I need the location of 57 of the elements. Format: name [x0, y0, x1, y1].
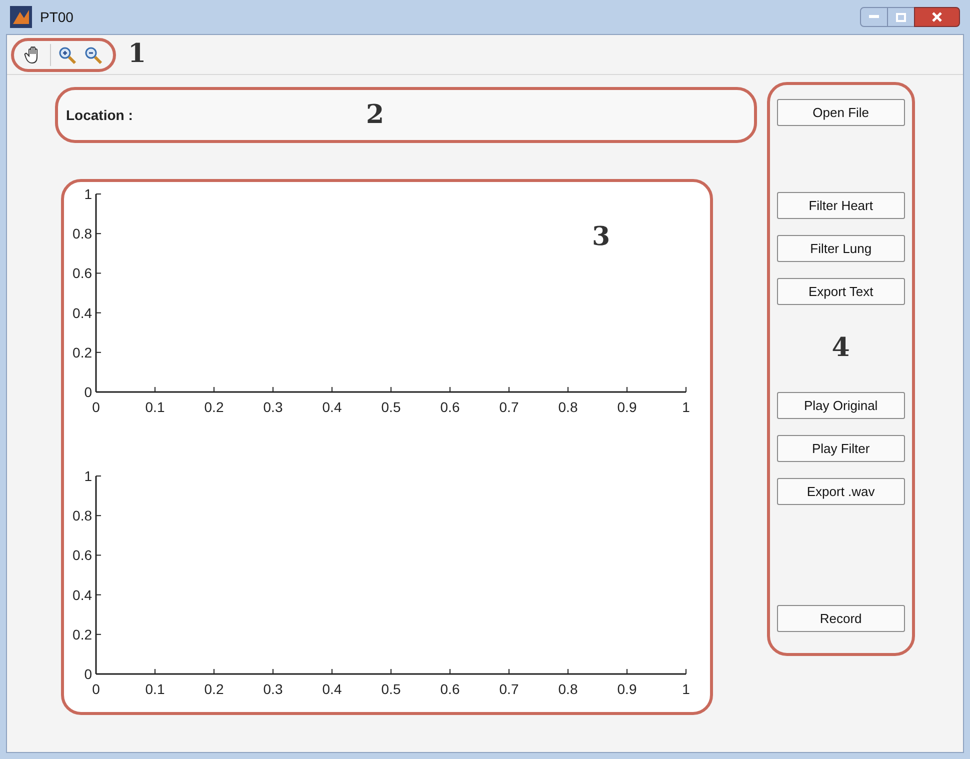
y-tick-label: 0: [84, 384, 92, 400]
window-title: PT00: [40, 8, 74, 26]
minimize-icon: [869, 15, 879, 19]
close-button[interactable]: [914, 7, 960, 27]
panel-button[interactable]: Filter Heart: [776, 192, 905, 219]
x-tick-label: 0.8: [558, 399, 578, 415]
y-tick-label: 0.8: [72, 226, 92, 242]
panel-button[interactable]: Filter Lung: [776, 235, 905, 262]
y-tick-label: 0.6: [72, 265, 92, 282]
zoom-in-icon[interactable]: [57, 44, 77, 64]
zoom-out-icon[interactable]: [83, 44, 103, 64]
x-tick-label: 0.8: [558, 681, 578, 697]
maximize-icon: [896, 12, 906, 22]
y-tick-label: 0.6: [72, 547, 92, 564]
panel-button[interactable]: Open File: [776, 99, 905, 126]
location-label: Location :: [66, 106, 134, 124]
x-tick-label: 0.1: [145, 681, 165, 697]
close-icon: [932, 12, 942, 22]
y-tick-label: 0.4: [72, 586, 92, 603]
panel-button[interactable]: Record: [776, 605, 905, 632]
y-tick-label: 0.2: [72, 344, 92, 360]
x-tick-label: 0.4: [322, 681, 342, 697]
x-tick-label: 0.9: [617, 399, 637, 415]
x-tick-label: 0.7: [499, 399, 519, 415]
y-tick-label: 1: [84, 468, 92, 484]
panel-button[interactable]: Play Filter: [776, 435, 905, 462]
x-tick-label: 0.2: [204, 399, 224, 415]
y-tick-label: 1: [84, 186, 92, 202]
x-tick-label: 0.2: [204, 681, 224, 697]
maximize-button[interactable]: [888, 7, 914, 27]
callout-number: 3: [592, 221, 610, 254]
callout-number: 4: [832, 332, 850, 365]
y-tick-label: 0.4: [72, 304, 92, 321]
x-tick-label: 0: [92, 399, 100, 415]
x-tick-label: 1: [682, 681, 690, 697]
callout-number: 1: [128, 38, 146, 71]
x-tick-label: 0.9: [617, 681, 637, 697]
y-tick-label: 0: [84, 666, 92, 682]
callout-number: 2: [366, 98, 384, 132]
x-tick-label: 0.5: [381, 681, 401, 697]
x-tick-label: 0.7: [499, 681, 519, 697]
minimize-button[interactable]: [860, 7, 888, 27]
x-tick-label: 1: [682, 399, 690, 415]
x-tick-label: 0.1: [145, 399, 165, 415]
x-tick-label: 0.6: [440, 681, 460, 697]
x-tick-label: 0.3: [263, 399, 283, 415]
x-tick-label: 0.5: [381, 399, 401, 415]
x-tick-label: 0: [92, 681, 100, 697]
y-tick-label: 0.8: [72, 508, 92, 524]
x-tick-label: 0.4: [322, 399, 342, 415]
x-tick-label: 0.3: [263, 681, 283, 697]
app-icon: [10, 6, 32, 28]
panel-button[interactable]: Export .wav: [776, 478, 905, 505]
x-tick-label: 0.6: [440, 399, 460, 415]
panel-button[interactable]: Export Text: [776, 278, 905, 305]
panel-button[interactable]: Play Original: [776, 392, 905, 419]
y-tick-label: 0.2: [72, 626, 92, 642]
